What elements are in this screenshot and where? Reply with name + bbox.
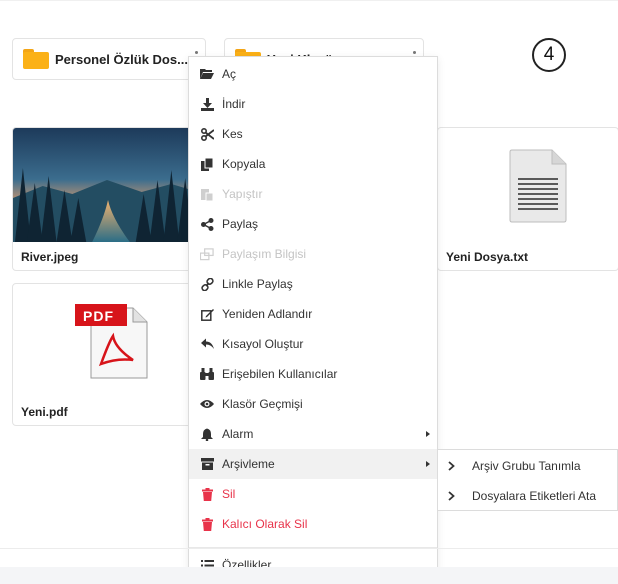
submenu-caret-icon [426, 431, 430, 437]
submenu-item-label: Dosyalara Etiketleri Ata [472, 489, 597, 503]
file-name: Yeni Dosya.txt [446, 250, 529, 264]
shortcut-icon [200, 337, 214, 351]
menu-item-label: Kopyala [222, 157, 266, 171]
menu-item-label: Paylaş [222, 217, 259, 231]
content-divider [0, 548, 618, 549]
menu-item-label: Sil [222, 487, 236, 501]
menu-item-label: Aç [222, 67, 237, 81]
menu-item-rename[interactable]: Yeniden Adlandır [189, 299, 437, 329]
bell-icon [200, 427, 214, 441]
menu-item-link-share[interactable]: Linkle Paylaş [189, 269, 437, 299]
submenu-item-define-archive-group[interactable]: Arşiv Grubu Tanımla [438, 451, 618, 481]
river-thumbnail-image [13, 128, 205, 242]
trash-icon [200, 517, 214, 531]
folder-card-personel[interactable]: Personel Özlük Dos... [12, 38, 206, 80]
step-number-badge: 4 [532, 38, 566, 72]
link-icon [200, 277, 214, 291]
submenu-item-assign-tags[interactable]: Dosyalara Etiketleri Ata [438, 481, 618, 511]
submenu-caret-icon [426, 461, 430, 467]
menu-item-label: Erişebilen Kullanıcılar [222, 367, 338, 381]
menu-item-share-info[interactable]: Paylaşım Bilgisi [189, 239, 437, 269]
menu-item-copy[interactable]: Kopyala [189, 149, 437, 179]
file-name: River.jpeg [21, 250, 79, 264]
file-card-river[interactable]: River.jpeg [12, 127, 206, 271]
footer-bar [0, 567, 618, 584]
rename-icon [200, 307, 214, 321]
menu-item-alarm[interactable]: Alarm [189, 419, 437, 449]
file-card-yeni-pdf[interactable]: PDF Yeni.pdf [12, 283, 206, 426]
menu-item-folder-history[interactable]: Klasör Geçmişi [189, 389, 437, 419]
folder-label: Personel Özlük Dos... [55, 51, 188, 67]
context-menu: Aç İndir Kes Kopyala Yapıştır Paylaş Pay… [188, 56, 438, 581]
menu-item-open[interactable]: Aç [189, 59, 437, 89]
pdf-badge-text: PDF [83, 308, 114, 324]
file-card-yeni-dosya[interactable]: Yeni Dosya.txt [437, 127, 618, 271]
download-icon [200, 97, 214, 111]
menu-item-delete-permanently[interactable]: Kalıcı Olarak Sil [189, 509, 437, 539]
menu-item-label: Arşivleme [222, 457, 275, 471]
menu-item-label: Yeniden Adlandır [222, 307, 313, 321]
menu-item-download[interactable]: İndir [189, 89, 437, 119]
menu-item-label: Kısayol Oluştur [222, 337, 304, 351]
paste-icon [200, 187, 214, 201]
top-divider [0, 0, 618, 1]
menu-item-label: Kes [222, 127, 243, 141]
menu-item-delete[interactable]: Sil [189, 479, 437, 509]
scissors-icon [200, 127, 214, 141]
text-file-icon [509, 149, 567, 223]
copy-icon [200, 157, 214, 171]
menu-item-shortcut[interactable]: Kısayol Oluştur [189, 329, 437, 359]
share-icon [200, 217, 214, 231]
share-info-icon [200, 247, 214, 261]
folder-open-icon [200, 67, 214, 81]
trash-icon [200, 487, 214, 501]
menu-item-archiving[interactable]: Arşivleme [189, 449, 437, 479]
eye-icon [200, 397, 214, 411]
submenu-item-label: Arşiv Grubu Tanımla [472, 459, 581, 473]
menu-item-label: Klasör Geçmişi [222, 397, 303, 411]
chevron-right-icon [448, 491, 462, 501]
menu-item-paste[interactable]: Yapıştır [189, 179, 437, 209]
menu-item-users-access[interactable]: Erişebilen Kullanıcılar [189, 359, 437, 389]
folder-icon [23, 49, 49, 69]
menu-item-label: Yapıştır [222, 187, 263, 201]
menu-item-label: Kalıcı Olarak Sil [222, 517, 308, 531]
menu-item-label: Linkle Paylaş [222, 277, 293, 291]
chevron-right-icon [448, 461, 462, 471]
archive-icon [200, 457, 214, 471]
menu-item-label: İndir [222, 97, 246, 111]
menu-item-share[interactable]: Paylaş [189, 209, 437, 239]
binoculars-icon [200, 367, 214, 381]
menu-item-label: Alarm [222, 427, 254, 441]
menu-item-cut[interactable]: Kes [189, 119, 437, 149]
archive-submenu: Arşiv Grubu Tanımla Dosyalara Etiketleri… [437, 449, 618, 511]
file-name: Yeni.pdf [21, 405, 68, 419]
menu-item-label: Paylaşım Bilgisi [222, 247, 307, 261]
